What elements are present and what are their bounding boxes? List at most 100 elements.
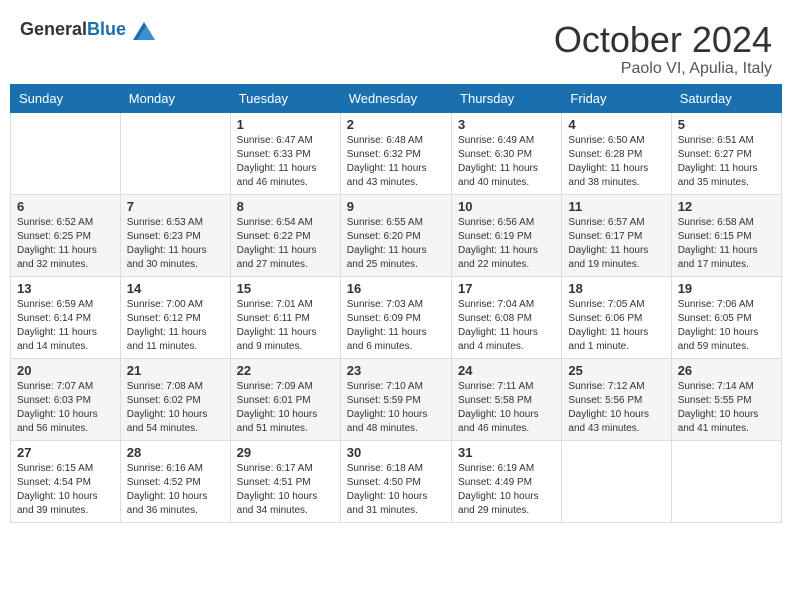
day-info-text: Daylight: 10 hours and 36 minutes. (127, 490, 224, 518)
day-info-text: Daylight: 11 hours and 35 minutes. (678, 162, 775, 190)
day-info-text: Daylight: 11 hours and 38 minutes. (568, 162, 664, 190)
day-info-text: Sunrise: 6:57 AM (568, 216, 664, 230)
logo: GeneralBlue (20, 20, 155, 40)
logo-general-text: General (20, 19, 87, 39)
day-info-text: Sunrise: 7:00 AM (127, 298, 224, 312)
day-info-text: Sunset: 4:52 PM (127, 476, 224, 490)
day-cell: 8Sunrise: 6:54 AMSunset: 6:22 PMDaylight… (230, 194, 340, 276)
day-number: 8 (237, 199, 334, 214)
day-cell: 1Sunrise: 6:47 AMSunset: 6:33 PMDaylight… (230, 112, 340, 194)
day-cell: 18 Sunrise: 7:05 AMSunset: 6:06 PMDayligh… (562, 276, 671, 358)
day-number: 19 (678, 281, 775, 296)
month-title: October 2024 (554, 20, 772, 60)
day-number: 18 (568, 281, 664, 296)
day-info-text: Daylight: 10 hours and 31 minutes. (347, 490, 445, 518)
day-info-text: Sunrise: 7:07 AM (17, 380, 114, 394)
logo-blue-text: Blue (87, 19, 126, 39)
day-number: 10 (458, 199, 555, 214)
day-info-text: Sunrise: 6:19 AM (458, 462, 555, 476)
week-row-1: 1Sunrise: 6:47 AMSunset: 6:33 PMDaylight… (11, 112, 782, 194)
day-info-text: Sunset: 5:59 PM (347, 394, 445, 408)
day-info-text: Sunset: 6:06 PM (568, 312, 664, 326)
day-info-text: Sunrise: 6:55 AM (347, 216, 445, 230)
day-cell: 25Sunrise: 7:12 AMSunset: 5:56 PMDayligh… (562, 358, 671, 440)
day-info-text: Sunrise: 7:11 AM (458, 380, 555, 394)
day-info-text: Sunset: 6:32 PM (347, 148, 445, 162)
day-number: 30 (347, 445, 445, 460)
day-cell: 24Sunrise: 7:11 AMSunset: 5:58 PMDayligh… (452, 358, 562, 440)
day-info-text: Daylight: 11 hours and 27 minutes. (237, 244, 334, 272)
day-info-text: Daylight: 10 hours and 48 minutes. (347, 408, 445, 436)
day-cell: 21Sunrise: 7:08 AMSunset: 6:02 PMDayligh… (120, 358, 230, 440)
calendar-table: SundayMondayTuesdayWednesdayThursdayFrid… (10, 84, 782, 523)
day-number: 6 (17, 199, 114, 214)
day-info-text: Daylight: 10 hours and 29 minutes. (458, 490, 555, 518)
day-info-text: Sunrise: 7:05 AM (568, 298, 664, 312)
day-cell: 20 Sunrise: 7:07 AMSunset: 6:03 PMDayligh… (11, 358, 121, 440)
day-cell: 12Sunrise: 6:58 AMSunset: 6:15 PMDayligh… (671, 194, 781, 276)
day-info-text: Sunrise: 6:59 AM (17, 298, 114, 312)
day-info-text: Sunset: 6:17 PM (568, 230, 664, 244)
day-info-text: Sunset: 6:11 PM (237, 312, 334, 326)
day-number: 17 (458, 281, 555, 296)
day-cell: 11Sunrise: 6:57 AMSunset: 6:17 PMDayligh… (562, 194, 671, 276)
day-info-text: Daylight: 10 hours and 54 minutes. (127, 408, 224, 436)
day-cell: 23Sunrise: 7:10 AMSunset: 5:59 PMDayligh… (340, 358, 451, 440)
day-info-text: Sunset: 4:50 PM (347, 476, 445, 490)
day-cell: 16Sunrise: 7:03 AMSunset: 6:09 PMDayligh… (340, 276, 451, 358)
day-cell: 27Sunrise: 6:15 AMSunset: 4:54 PMDayligh… (11, 440, 121, 522)
day-info-text: Daylight: 10 hours and 56 minutes. (17, 408, 114, 436)
week-row-2: 6Sunrise: 6:52 AMSunset: 6:25 PMDaylight… (11, 194, 782, 276)
day-number: 29 (237, 445, 334, 460)
day-info-text: Daylight: 10 hours and 41 minutes. (678, 408, 775, 436)
day-number: 16 (347, 281, 445, 296)
day-info-text: Sunset: 6:23 PM (127, 230, 224, 244)
day-info-text: Sunrise: 6:56 AM (458, 216, 555, 230)
day-number: 26 (678, 363, 775, 378)
day-info-text: Daylight: 11 hours and 40 minutes. (458, 162, 555, 190)
day-info-text: Sunrise: 7:12 AM (568, 380, 664, 394)
day-info-text: Daylight: 11 hours and 25 minutes. (347, 244, 445, 272)
day-info-text: Sunrise: 6:17 AM (237, 462, 334, 476)
day-info-text: Daylight: 11 hours and 17 minutes. (678, 244, 775, 272)
day-info-text: Daylight: 10 hours and 39 minutes. (17, 490, 114, 518)
day-info-text: Sunset: 6:19 PM (458, 230, 555, 244)
day-info-text: Sunset: 6:09 PM (347, 312, 445, 326)
day-cell: 14Sunrise: 7:00 AMSunset: 6:12 PMDayligh… (120, 276, 230, 358)
day-info-text: Sunrise: 7:14 AM (678, 380, 775, 394)
day-info-text: Sunrise: 7:10 AM (347, 380, 445, 394)
day-info-text: Sunset: 6:20 PM (347, 230, 445, 244)
day-number: 15 (237, 281, 334, 296)
day-info-text: Daylight: 10 hours and 46 minutes. (458, 408, 555, 436)
day-info-text: Sunset: 6:25 PM (17, 230, 114, 244)
day-info-text: Daylight: 11 hours and 30 minutes. (127, 244, 224, 272)
day-number: 7 (127, 199, 224, 214)
day-info-text: Daylight: 11 hours and 1 minute. (568, 326, 664, 354)
day-info-text: Sunset: 6:12 PM (127, 312, 224, 326)
day-info-text: Sunset: 6:08 PM (458, 312, 555, 326)
day-info-text: Sunset: 6:15 PM (678, 230, 775, 244)
day-number: 27 (17, 445, 114, 460)
day-info-text: Sunset: 6:03 PM (17, 394, 114, 408)
page-header: GeneralBlue October 2024 Paolo VI, Apuli… (10, 10, 782, 84)
day-info-text: Daylight: 11 hours and 32 minutes. (17, 244, 114, 272)
day-info-text: Sunset: 4:54 PM (17, 476, 114, 490)
day-cell: 13Sunrise: 6:59 AMSunset: 6:14 PMDayligh… (11, 276, 121, 358)
day-info-text: Daylight: 10 hours and 51 minutes. (237, 408, 334, 436)
day-cell: 17Sunrise: 7:04 AMSunset: 6:08 PMDayligh… (452, 276, 562, 358)
day-info-text: Sunrise: 7:09 AM (237, 380, 334, 394)
day-number: 20 (17, 363, 114, 378)
day-info-text: Sunset: 6:01 PM (237, 394, 334, 408)
day-info-text: Sunrise: 6:54 AM (237, 216, 334, 230)
week-row-3: 13Sunrise: 6:59 AMSunset: 6:14 PMDayligh… (11, 276, 782, 358)
weekday-header-monday: Monday (120, 84, 230, 112)
day-info-text: Daylight: 11 hours and 14 minutes. (17, 326, 114, 354)
day-cell (671, 440, 781, 522)
day-info-text: Daylight: 11 hours and 19 minutes. (568, 244, 664, 272)
day-cell: 3Sunrise: 6:49 AMSunset: 6:30 PMDaylight… (452, 112, 562, 194)
day-cell (120, 112, 230, 194)
day-info-text: Sunrise: 6:49 AM (458, 134, 555, 148)
day-info-text: Sunrise: 6:51 AM (678, 134, 775, 148)
day-info-text: Sunrise: 7:03 AM (347, 298, 445, 312)
location-title: Paolo VI, Apulia, Italy (554, 60, 772, 78)
